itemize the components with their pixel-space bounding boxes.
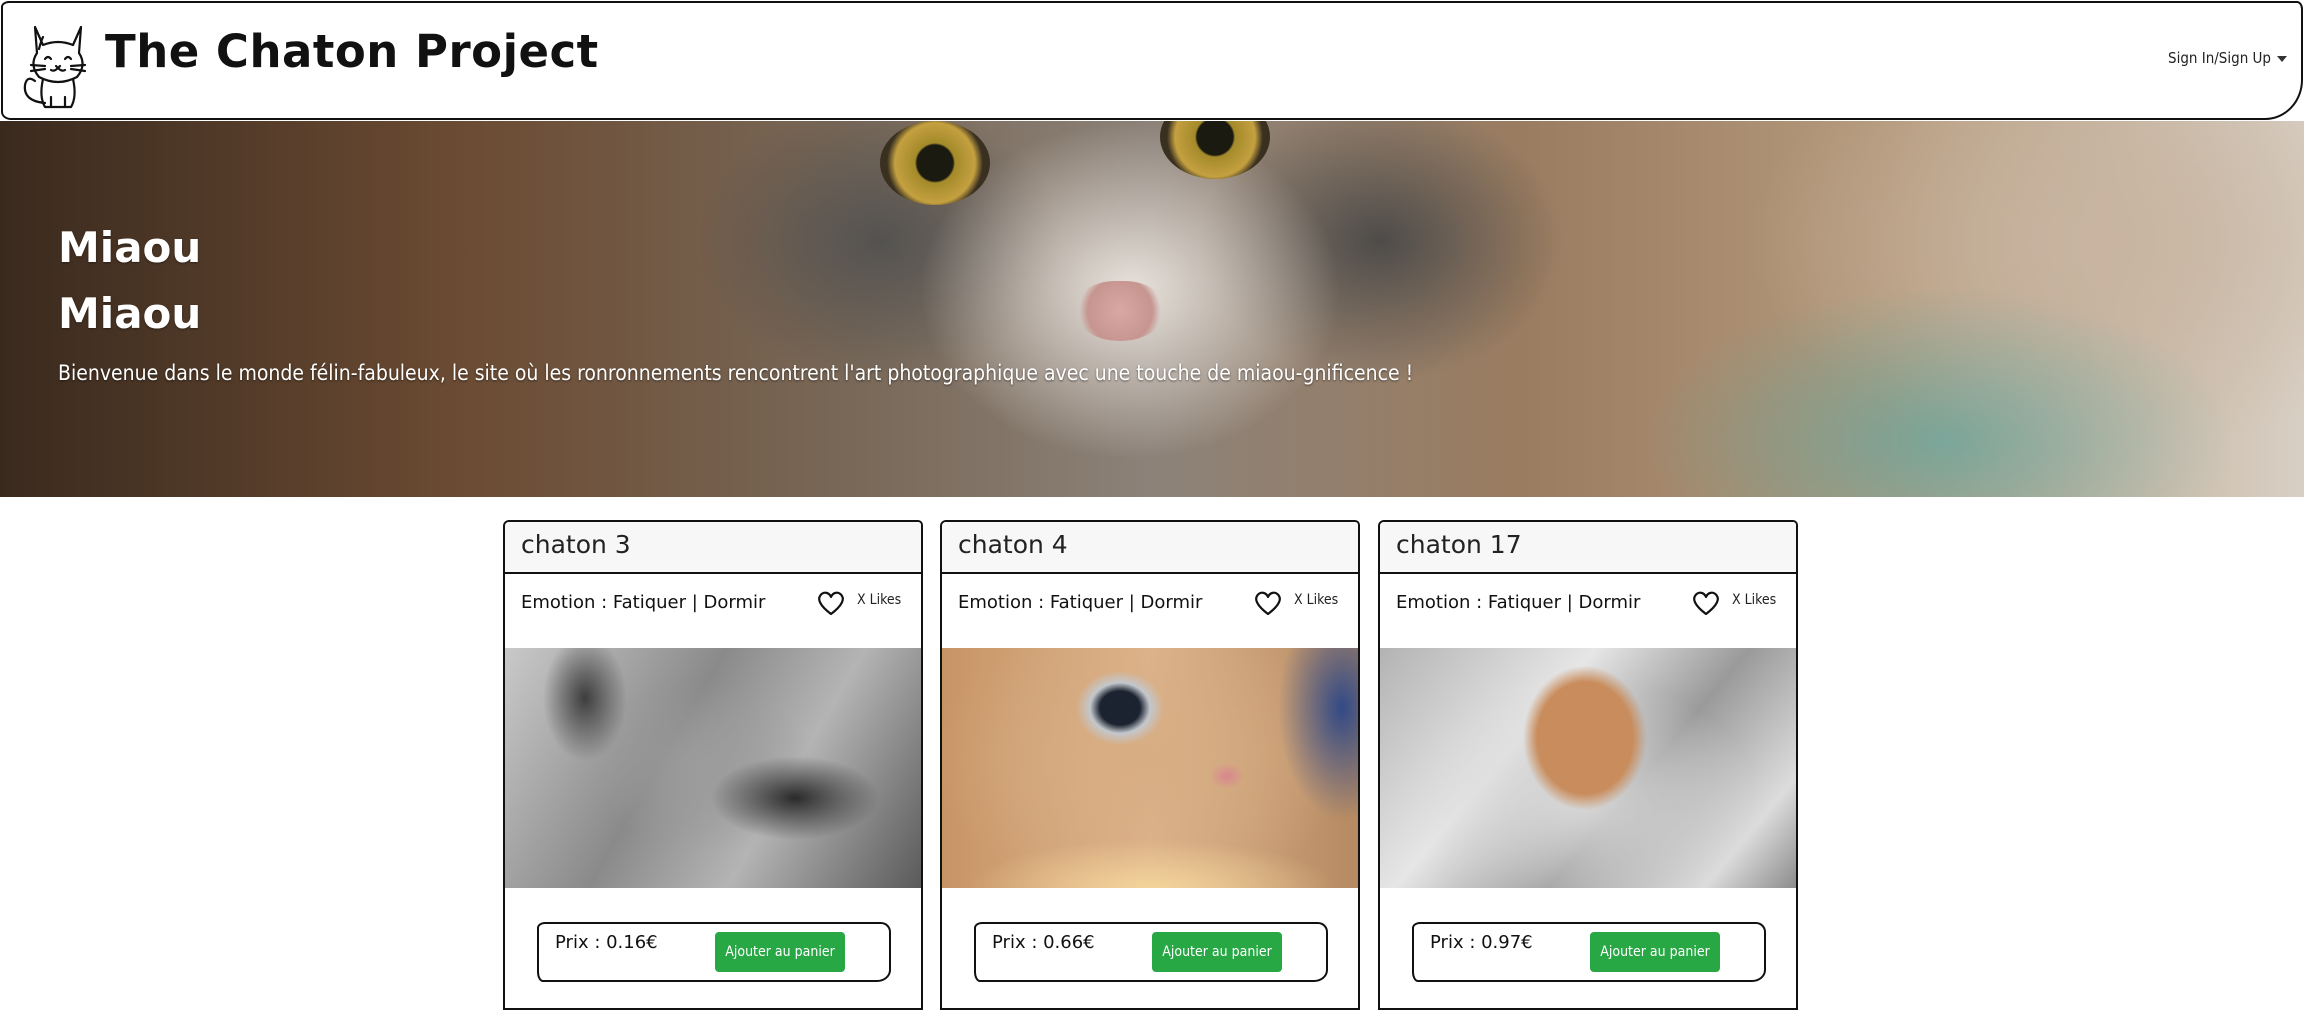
- heart-icon[interactable]: [817, 590, 845, 616]
- kitten-card: chaton 3 Emotion : Fatiquer | Dormir X L…: [503, 520, 923, 1010]
- add-to-cart-button[interactable]: Ajouter au panier: [1590, 932, 1720, 972]
- card-emotion: Emotion : Fatiquer | Dormir: [958, 592, 1203, 613]
- kitten-photo: [942, 648, 1358, 888]
- hero-cat-eye: [1160, 121, 1270, 179]
- card-price: Prix : 0.16€: [555, 932, 658, 953]
- brand-title[interactable]: The Chaton Project: [105, 25, 599, 78]
- card-title: chaton 17: [1380, 522, 1796, 574]
- hero-banner: Miaou Miaou Bienvenue dans le monde féli…: [0, 121, 2304, 497]
- card-emotion: Emotion : Fatiquer | Dormir: [521, 592, 766, 613]
- card-price: Prix : 0.97€: [1430, 932, 1533, 953]
- price-box: Prix : 0.66€ Ajouter au panier: [974, 922, 1328, 982]
- card-likes: X Likes: [1732, 592, 1777, 608]
- card-meta: Emotion : Fatiquer | Dormir X Likes: [1380, 574, 1796, 648]
- card-likes: X Likes: [1294, 592, 1339, 608]
- card-title: chaton 4: [942, 522, 1358, 574]
- card-emotion: Emotion : Fatiquer | Dormir: [1396, 592, 1641, 613]
- hero-cat-eye: [880, 121, 990, 205]
- kitten-card: chaton 17 Emotion : Fatiquer | Dormir X …: [1378, 520, 1798, 1010]
- hero-title-line-1: Miaou: [58, 223, 202, 272]
- card-meta: Emotion : Fatiquer | Dormir X Likes: [505, 574, 921, 648]
- cat-logo-icon[interactable]: [17, 19, 99, 111]
- card-likes: X Likes: [857, 592, 902, 608]
- kitten-card-grid: chaton 3 Emotion : Fatiquer | Dormir X L…: [503, 520, 1798, 1010]
- hero-title-line-2: Miaou: [58, 289, 202, 338]
- add-to-cart-button[interactable]: Ajouter au panier: [715, 932, 845, 972]
- kitten-photo: [505, 648, 921, 888]
- navbar: The Chaton Project Sign In/Sign Up: [1, 1, 2303, 120]
- card-price: Prix : 0.66€: [992, 932, 1095, 953]
- kitten-card: chaton 4 Emotion : Fatiquer | Dormir X L…: [940, 520, 1360, 1010]
- sign-in-sign-up-dropdown[interactable]: Sign In/Sign Up: [2168, 49, 2287, 67]
- price-box: Prix : 0.97€ Ajouter au panier: [1412, 922, 1766, 982]
- kitten-photo: [1380, 648, 1796, 888]
- auth-menu-label: Sign In/Sign Up: [2168, 49, 2271, 67]
- hero-text: Miaou Miaou Bienvenue dans le monde féli…: [58, 215, 1413, 385]
- card-meta: Emotion : Fatiquer | Dormir X Likes: [942, 574, 1358, 648]
- caret-down-icon: [2277, 55, 2287, 62]
- heart-icon[interactable]: [1254, 590, 1282, 616]
- card-title: chaton 3: [505, 522, 921, 574]
- price-box: Prix : 0.16€ Ajouter au panier: [537, 922, 891, 982]
- add-to-cart-button[interactable]: Ajouter au panier: [1152, 932, 1282, 972]
- hero-subtitle: Bienvenue dans le monde félin-fabuleux, …: [58, 361, 1414, 385]
- heart-icon[interactable]: [1692, 590, 1720, 616]
